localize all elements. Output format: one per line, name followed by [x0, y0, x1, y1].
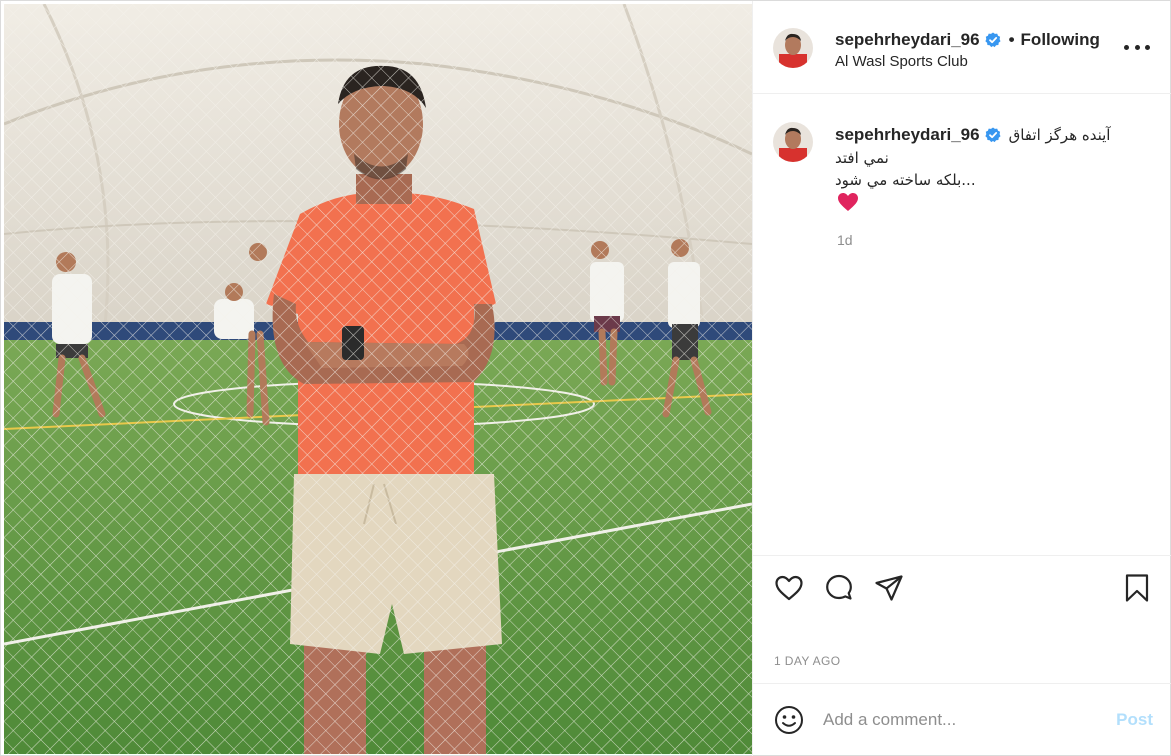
like-heart-icon[interactable] [773, 572, 805, 604]
more-options-icon[interactable] [1124, 38, 1150, 56]
emoji-smile-icon[interactable] [773, 704, 805, 736]
caption-author-avatar[interactable] [773, 122, 813, 162]
post-side-panel: sepehrheydari_96 • Following Al Wasl Spo… [752, 1, 1171, 756]
post-modal: sepehrheydari_96 • Following Al Wasl Spo… [0, 0, 1171, 756]
following-button[interactable]: Following [1021, 30, 1100, 50]
caption-text-line2: نمي افتد [835, 149, 889, 167]
author-username[interactable]: sepehrheydari_96 [835, 30, 980, 50]
post-time-ago[interactable]: 1 DAY AGO [774, 654, 841, 668]
comment-input[interactable] [823, 706, 1103, 734]
caption-first-line: sepehrheydari_96 آینده هرگز اتفاق [835, 125, 1110, 145]
author-line: sepehrheydari_96 • Following [835, 30, 1100, 50]
more-dot [1134, 44, 1140, 50]
red-heart-emoji-icon [837, 192, 859, 212]
more-dot [1145, 44, 1150, 50]
post-photo[interactable] [4, 4, 752, 754]
comment-icon[interactable] [823, 572, 855, 604]
more-dot [1124, 44, 1129, 50]
post-photo-image [4, 4, 752, 754]
action-bar: 1 DAY AGO [753, 557, 1171, 683]
post-location[interactable]: Al Wasl Sports Club [835, 53, 968, 70]
caption-text-line3: ...بلکه ساخته مي شود [835, 171, 976, 189]
caption-text-line1: آینده هرگز اتفاق [1008, 126, 1111, 144]
verified-badge-icon [984, 32, 1001, 48]
post-comment-button[interactable]: Post [1116, 710, 1153, 730]
caption-area: sepehrheydari_96 آینده هرگز اتفاق نمي اف… [753, 95, 1171, 556]
separator-dot: • [1008, 30, 1015, 49]
post-header: sepehrheydari_96 • Following Al Wasl Spo… [753, 1, 1171, 94]
caption-username[interactable]: sepehrheydari_96 [835, 125, 980, 145]
add-comment-bar: Post [753, 683, 1171, 756]
avatar-image [773, 122, 813, 162]
verified-badge-icon [984, 127, 1001, 143]
avatar-image [773, 28, 813, 68]
bookmark-icon[interactable] [1121, 572, 1153, 604]
share-icon[interactable] [873, 572, 905, 604]
caption-timestamp[interactable]: 1d [837, 232, 853, 248]
author-avatar[interactable] [773, 28, 813, 68]
